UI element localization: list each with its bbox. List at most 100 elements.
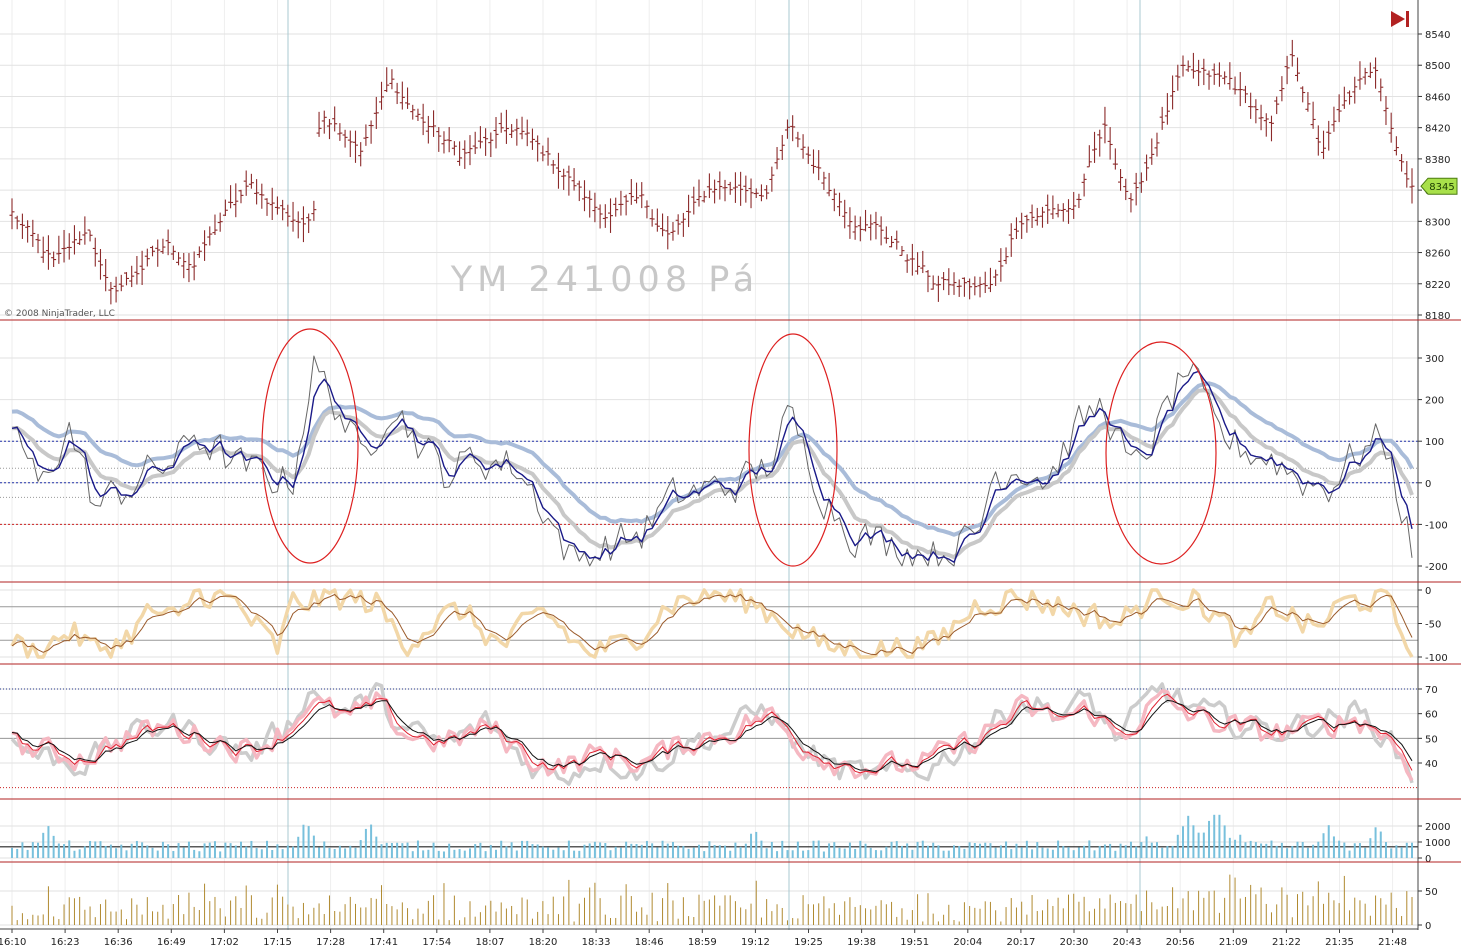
price-bar <box>264 198 270 216</box>
price-bar <box>982 271 988 293</box>
price-bar <box>524 119 530 147</box>
price-bar <box>373 96 379 130</box>
price-bar <box>165 229 171 256</box>
price-bar <box>144 248 150 267</box>
price-bar <box>795 131 801 148</box>
price-bar <box>1409 168 1415 204</box>
trade-count-pane[interactable] <box>11 874 1413 925</box>
x-tick-label: 17:02 <box>210 937 239 948</box>
price-bar <box>1196 59 1202 87</box>
y-tick-label: 0 <box>1425 854 1431 865</box>
price-bar <box>1284 55 1290 85</box>
price-bar <box>71 225 77 255</box>
copyright-text: © 2008 NinjaTrader, LLC <box>4 309 115 319</box>
price-bar <box>1237 72 1243 107</box>
price-bar <box>1159 106 1165 130</box>
x-tick-label: 17:54 <box>422 937 451 948</box>
scroll-to-end-icon[interactable] <box>1391 11 1409 27</box>
price-bar <box>472 131 478 155</box>
price-bar <box>483 128 489 156</box>
price-bar <box>790 115 796 142</box>
x-tick-label: 20:17 <box>1006 937 1035 948</box>
x-tick-label: 17:15 <box>263 937 292 948</box>
price-bar <box>1321 130 1327 160</box>
price-bar <box>1060 203 1066 222</box>
price-bar <box>290 201 296 232</box>
price-bar <box>712 179 718 204</box>
price-bar <box>228 185 234 209</box>
price-bar <box>800 134 806 159</box>
price-bar <box>1039 206 1045 228</box>
price-bar <box>509 124 515 138</box>
price-bar <box>987 267 993 293</box>
x-tick-label: 18:07 <box>475 937 504 948</box>
price-bar <box>1222 71 1228 85</box>
y-tick-label: 300 <box>1425 354 1444 365</box>
price-bar <box>254 179 260 205</box>
price-bar <box>243 170 249 196</box>
price-bar <box>826 172 832 197</box>
y-tick-label: 8500 <box>1425 61 1450 72</box>
price-bar <box>852 215 858 240</box>
x-tick-label: 21:22 <box>1272 937 1301 948</box>
price-bar <box>212 214 218 236</box>
price-bar <box>9 198 15 230</box>
price-bar <box>503 109 509 144</box>
price-bar <box>1305 92 1311 112</box>
price-bar <box>259 183 265 209</box>
price-bar <box>1086 145 1092 168</box>
price-bar <box>592 192 598 223</box>
x-tick-label: 19:12 <box>741 937 770 948</box>
price-marker-value: 8345 <box>1429 182 1454 193</box>
price-bar <box>1081 173 1087 197</box>
price-bar <box>816 150 822 181</box>
price-bar <box>1347 90 1353 105</box>
instrument-watermark: YM 241008 Pá <box>450 260 759 300</box>
price-bar <box>1341 86 1347 109</box>
price-bar <box>462 140 468 169</box>
volume-pane[interactable] <box>0 814 1418 858</box>
price-bar <box>30 219 36 247</box>
chart-grid <box>0 0 1418 930</box>
price-bar <box>410 104 416 120</box>
price-bar <box>758 184 764 202</box>
x-tick-label: 18:46 <box>635 937 664 948</box>
price-bar <box>1352 76 1358 104</box>
y-tick-label: 60 <box>1425 710 1438 721</box>
price-bar <box>998 248 1004 282</box>
y-tick-label: 0 <box>1425 479 1431 490</box>
y-tick-label: 8540 <box>1425 30 1450 41</box>
price-bar <box>191 251 197 281</box>
price-bar <box>467 135 473 166</box>
trading-chart[interactable]: 8180822082608300834083808420846085008540… <box>0 0 1461 950</box>
price-bar <box>446 127 452 153</box>
price-bar <box>618 190 624 216</box>
price-bar <box>1133 172 1139 206</box>
price-bar <box>222 199 228 217</box>
price-bar <box>774 147 780 170</box>
y-tick-label: 8260 <box>1425 249 1450 260</box>
price-bar <box>103 258 109 292</box>
x-tick-label: 16:36 <box>104 937 133 948</box>
price-bar <box>660 213 666 237</box>
price-bar <box>1315 125 1321 156</box>
price-bar <box>925 269 931 293</box>
price-bar <box>1326 120 1332 151</box>
price-bar <box>649 209 655 227</box>
price-bar <box>399 81 405 110</box>
rsi-pane[interactable] <box>0 682 1418 789</box>
highlight-ellipse-3 <box>1105 341 1217 565</box>
price-bar <box>1175 64 1181 91</box>
price-bar <box>779 134 785 160</box>
price-bar <box>280 199 286 221</box>
price-bar <box>1029 204 1035 228</box>
price-bar <box>696 179 702 207</box>
price-bar <box>248 173 254 189</box>
price-bar <box>352 130 358 163</box>
price-bar <box>1279 76 1285 102</box>
price-bar <box>956 279 962 297</box>
price-bar <box>1003 247 1009 265</box>
price-bar <box>587 190 593 218</box>
price-bar <box>420 103 426 136</box>
price-bar <box>326 119 332 140</box>
